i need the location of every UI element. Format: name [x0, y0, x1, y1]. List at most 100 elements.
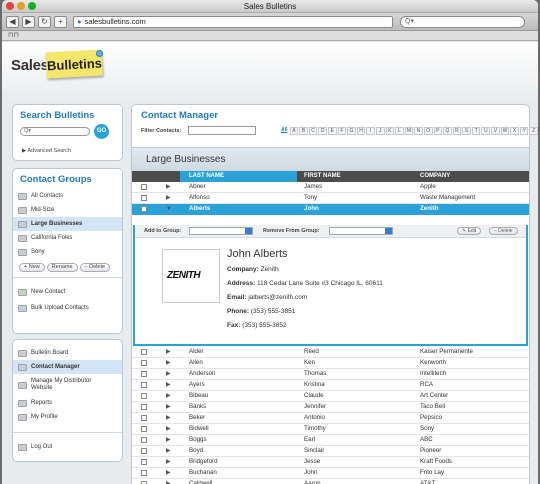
letter-filter-z[interactable]: Z: [529, 127, 538, 135]
letter-filter-f[interactable]: F: [337, 127, 347, 135]
col-company[interactable]: COMPANY: [420, 173, 450, 179]
delete-group-button[interactable]: – Delete: [79, 263, 111, 272]
letter-filter-r[interactable]: R: [452, 127, 462, 135]
zoom-window-button[interactable]: [28, 2, 36, 10]
table-row[interactable]: ▶ Alfonso Tony Waste Management: [132, 193, 529, 204]
letter-filter-u[interactable]: U: [481, 127, 491, 135]
bulk-upload-link[interactable]: Bulk Upload Contacts: [13, 301, 122, 315]
triangle-right-icon[interactable]: ▶: [166, 413, 171, 423]
triangle-right-icon[interactable]: ▶: [166, 468, 171, 478]
letter-filter-k[interactable]: K: [385, 127, 395, 135]
letter-filter-p[interactable]: P: [433, 127, 443, 135]
row-checkbox[interactable]: [141, 448, 147, 454]
row-checkbox[interactable]: [141, 184, 147, 190]
table-row[interactable]: ▶ Boyd Sinclair Pioneer: [132, 446, 529, 457]
triangle-right-icon[interactable]: ▶: [166, 193, 171, 203]
edit-button[interactable]: ✎ Edit: [457, 227, 482, 235]
row-checkbox[interactable]: [141, 437, 147, 443]
col-last-name[interactable]: LAST NAME: [189, 173, 224, 179]
browser-search-field[interactable]: Q▾: [400, 15, 525, 28]
letter-filter-a[interactable]: A: [289, 127, 299, 135]
letter-filter-v[interactable]: V: [491, 127, 500, 135]
table-row[interactable]: ▼ Alberts John Zenith: [132, 204, 529, 215]
group-item-mid-size[interactable]: Mid-Size: [13, 203, 122, 217]
row-checkbox[interactable]: [141, 195, 147, 201]
triangle-right-icon[interactable]: ▶: [166, 347, 171, 357]
back-button[interactable]: ◀: [6, 15, 19, 28]
table-row[interactable]: ▶ Beker Antonio Pepsico: [132, 413, 529, 424]
letter-filter-t[interactable]: T: [471, 127, 481, 135]
minimize-window-button[interactable]: [17, 2, 25, 10]
group-item-sony[interactable]: Sony: [13, 245, 122, 259]
table-row[interactable]: ▶ Allen Ken Kenworth: [132, 358, 529, 369]
letter-filter-x[interactable]: X: [510, 127, 519, 135]
triangle-right-icon[interactable]: ▶: [166, 435, 171, 445]
row-checkbox[interactable]: [141, 371, 147, 377]
triangle-right-icon[interactable]: ▶: [166, 402, 171, 412]
col-first-name[interactable]: FIRST NAME: [304, 173, 341, 179]
table-row[interactable]: ▶ Banks Jennifer Taco Bell: [132, 402, 529, 413]
letter-filter-m[interactable]: M: [404, 127, 414, 135]
row-checkbox[interactable]: [141, 470, 147, 476]
letter-filter-d[interactable]: D: [318, 127, 327, 135]
triangle-right-icon[interactable]: ▶: [166, 380, 171, 390]
nav-reports[interactable]: Reports: [13, 396, 122, 410]
table-row[interactable]: ▶ Ayers Kristina RCA: [132, 380, 529, 391]
table-row[interactable]: ▶ Alder Reed Kaiser Permanente: [132, 347, 529, 358]
letter-filter-n[interactable]: N: [414, 127, 423, 135]
triangle-right-icon[interactable]: ▶: [166, 446, 171, 456]
row-checkbox[interactable]: [141, 360, 147, 366]
table-row[interactable]: ▶ Buchanan John Frito Lay: [132, 468, 529, 479]
triangle-down-icon[interactable]: ▼: [166, 204, 172, 214]
triangle-right-icon[interactable]: ▶: [166, 457, 171, 467]
go-button[interactable]: GO: [94, 124, 109, 139]
letter-filter-i[interactable]: I: [366, 127, 375, 135]
advanced-search-link[interactable]: ▶ Advanced Search: [22, 148, 71, 154]
letter-filter-all[interactable]: All: [280, 127, 289, 135]
forward-button[interactable]: ▶: [22, 15, 35, 28]
delete-contact-button[interactable]: – Delete: [489, 227, 518, 235]
table-row[interactable]: ▶ Bidwell Timothy Sony: [132, 424, 529, 435]
new-contact-link[interactable]: New Contact: [13, 285, 122, 299]
triangle-right-icon[interactable]: ▶: [166, 479, 171, 484]
group-item-california-folks[interactable]: California Folks: [13, 231, 122, 245]
logout-link[interactable]: Log Out: [13, 440, 122, 454]
triangle-right-icon[interactable]: ▶: [166, 358, 171, 368]
nav-manage-website[interactable]: Manage My Distributor Website: [13, 374, 122, 396]
triangle-right-icon[interactable]: ▶: [166, 182, 171, 192]
table-row[interactable]: ▶ Bibeau Claude Art Center: [132, 391, 529, 402]
row-checkbox[interactable]: [141, 382, 147, 388]
letter-filter-c[interactable]: C: [308, 127, 318, 135]
row-checkbox[interactable]: [141, 404, 147, 410]
group-item-large-businesses[interactable]: Large Businesses: [13, 217, 122, 231]
remove-from-group-select[interactable]: [329, 227, 393, 235]
letter-filter-q[interactable]: Q: [443, 127, 452, 135]
row-checkbox[interactable]: [141, 206, 147, 212]
table-row[interactable]: ▶ Boggs Earl ABC: [132, 435, 529, 446]
letter-filter-b[interactable]: B: [299, 127, 308, 135]
nav-my-profile[interactable]: My Profile: [13, 410, 122, 424]
new-group-button[interactable]: + New: [19, 263, 45, 272]
triangle-right-icon[interactable]: ▶: [166, 424, 171, 434]
add-bookmark-button[interactable]: +: [54, 15, 67, 28]
filter-input[interactable]: [188, 126, 256, 135]
nav-bulletin-board[interactable]: Bulletin Board: [13, 346, 122, 360]
add-to-group-select[interactable]: [189, 227, 253, 235]
table-row[interactable]: ▶ Abner James Apple: [132, 182, 529, 193]
letter-filter-e[interactable]: E: [327, 127, 337, 135]
table-row[interactable]: ▶ Caldwell Aaron AT&T: [132, 479, 529, 484]
group-item-all-contacts[interactable]: All Contacts: [13, 189, 122, 203]
letter-filter-o[interactable]: O: [423, 127, 433, 135]
letter-filter-g[interactable]: G: [347, 127, 356, 135]
search-input[interactable]: Q▾: [20, 127, 90, 136]
close-window-button[interactable]: [6, 2, 14, 10]
letter-filter-w[interactable]: W: [500, 127, 510, 135]
table-row[interactable]: ▶ Anderson Thomas Intellitech: [132, 369, 529, 380]
email-link[interactable]: jalberts@zenith.com: [248, 294, 307, 301]
row-checkbox[interactable]: [141, 426, 147, 432]
row-checkbox[interactable]: [141, 349, 147, 355]
reload-button[interactable]: ↻: [38, 15, 51, 28]
row-checkbox[interactable]: [141, 415, 147, 421]
letter-filter-s[interactable]: S: [462, 127, 471, 135]
letter-filter-y[interactable]: Y: [519, 127, 529, 135]
